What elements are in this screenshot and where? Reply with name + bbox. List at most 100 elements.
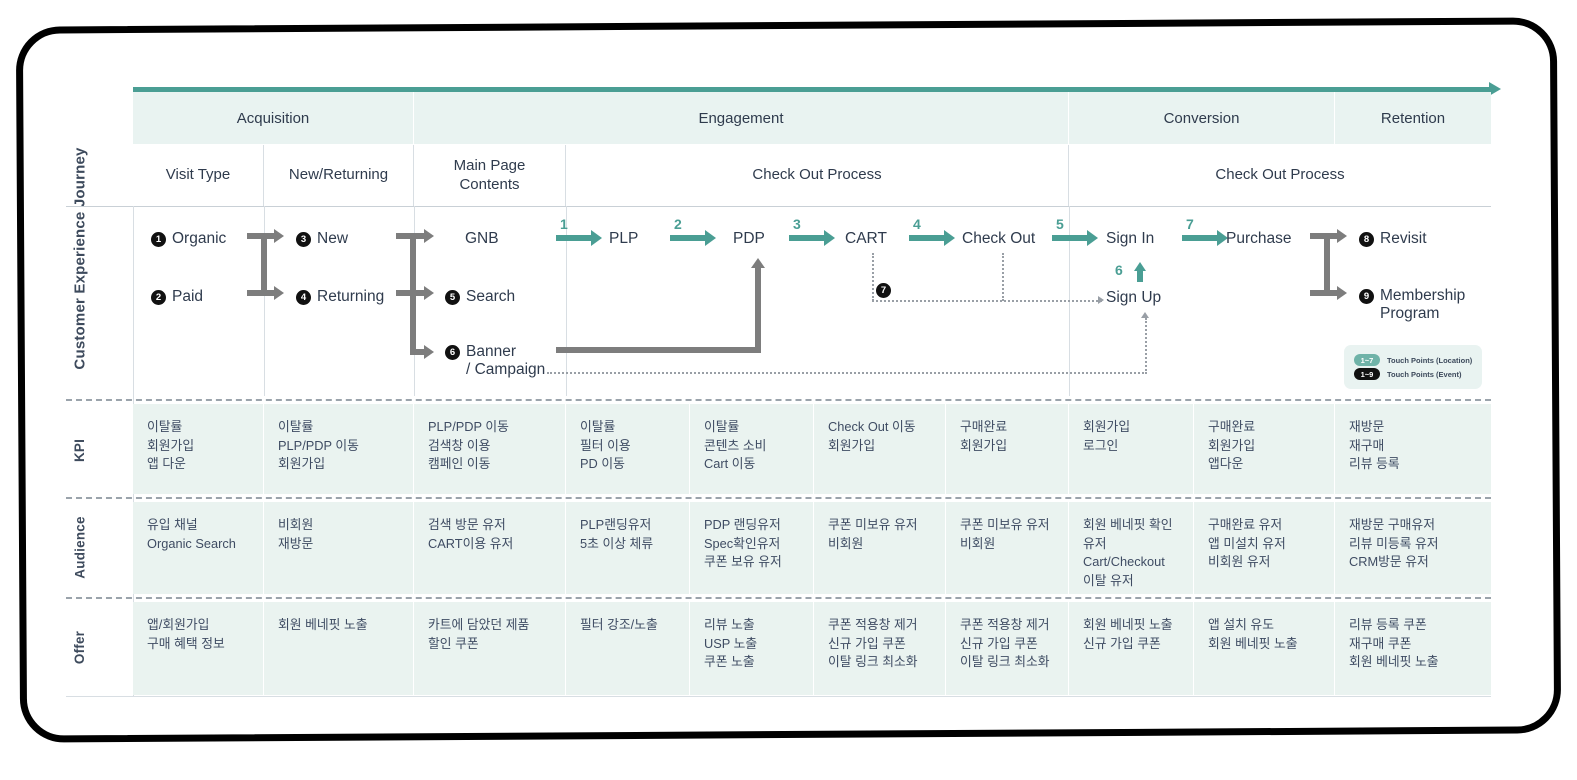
connector-bar-2b xyxy=(396,290,424,296)
stage-label-acquisition: Acquisition xyxy=(236,109,310,127)
legend-pill-event: 1~9 xyxy=(1354,368,1380,380)
connector-head-1b-icon xyxy=(274,286,284,300)
node-sign-up-label: Sign Up xyxy=(1106,289,1162,306)
table-cell-kpi-0: 이탈률 회원가입 앱 다운 xyxy=(133,404,264,494)
subheader-new-returning[interactable]: New/Returning xyxy=(264,145,414,206)
table-cell-offer-8: 앱 설치 유도 회원 베네핏 노출 xyxy=(1194,602,1335,695)
table-cell-audience-9: 재방문 구매유저 리뷰 미등록 유저 CRM방문 유저 xyxy=(1335,502,1491,594)
subheader-visit-type[interactable]: Visit Type xyxy=(133,145,264,206)
table-cell-kpi-9: 재방문 재구매 리뷰 등록 xyxy=(1335,404,1491,494)
node-banner-campaign-label: Banner / Campaign xyxy=(466,343,546,379)
table-cell-offer-9: 리뷰 등록 쿠폰 재구매 쿠폰 회원 베네핏 노출 xyxy=(1335,602,1491,695)
step-arrow-1-icon xyxy=(556,230,602,246)
row-label-audience-text: Audience xyxy=(72,516,88,579)
return-path-head-icon xyxy=(751,258,765,268)
divider-below-subheader xyxy=(66,206,1491,207)
table-cell-offer-0: 앱/회원가입 구매 혜택 정보 xyxy=(133,602,264,695)
dotted-cart-down xyxy=(872,253,874,301)
node-search[interactable]: 5 Search xyxy=(445,288,515,306)
node-sign-up[interactable]: Sign Up xyxy=(1106,289,1161,307)
table-cell-offer-6: 쿠폰 적용창 제거 신규 가입 쿠폰 이탈 링크 최소화 xyxy=(946,602,1069,695)
divider-offer-top xyxy=(66,597,1491,599)
divider-kpi-top xyxy=(66,399,1491,401)
step-arrow-6-shaft xyxy=(1137,270,1143,282)
subheader-new-returning-label: New/Returning xyxy=(288,166,389,184)
divider-audience-top xyxy=(66,497,1491,499)
screenshot-frame: Customer Experience Journey KPI Audience… xyxy=(0,0,1577,780)
row-label-journey-text: Customer Experience Journey xyxy=(71,146,89,370)
table-cell-kpi-1: 이탈률 PLP/PDP 이동 회원가입 xyxy=(264,404,414,494)
row-label-kpi-text: KPI xyxy=(72,438,88,462)
bullet-5-icon: 5 xyxy=(445,290,460,305)
connector-bar-2c xyxy=(410,349,424,355)
node-organic[interactable]: 1 Organic xyxy=(151,230,226,248)
dotted-cart-across xyxy=(872,300,1102,302)
table-cell-audience-6: 쿠폰 미보유 유저 비회원 xyxy=(946,502,1069,594)
table-cell-kpi-4: 이탈률 콘텐츠 소비 Cart 이동 xyxy=(690,404,814,494)
legend-pill-location: 1~7 xyxy=(1354,354,1380,366)
bullet-2-icon: 2 xyxy=(151,290,166,305)
node-search-label: Search xyxy=(466,288,516,305)
node-membership-program-label: Membership Program xyxy=(1380,287,1466,323)
stage-label-conversion: Conversion xyxy=(1163,109,1240,127)
dotted-cart-head-icon xyxy=(1098,296,1104,304)
node-banner-campaign[interactable]: 6 Banner / Campaign xyxy=(445,343,545,380)
bullet-6-icon: 6 xyxy=(445,345,460,360)
subheader-main-page-contents[interactable]: Main Page Contents xyxy=(414,145,566,206)
node-returning[interactable]: 4 Returning xyxy=(296,288,384,306)
node-membership-program[interactable]: 9 Membership Program xyxy=(1359,287,1465,324)
row-label-journey: Customer Experience Journey xyxy=(65,118,95,398)
stage-header-engagement[interactable]: Engagement xyxy=(414,92,1069,144)
bullet-4-icon: 4 xyxy=(296,290,311,305)
step-arrow-3-icon xyxy=(789,230,835,246)
node-organic-label: Organic xyxy=(172,230,227,247)
node-sign-in[interactable]: Sign In xyxy=(1106,230,1154,248)
table-cell-offer-1: 회원 베네핏 노출 xyxy=(264,602,414,695)
table-cell-audience-0: 유입 채널 Organic Search xyxy=(133,502,264,594)
node-paid[interactable]: 2 Paid xyxy=(151,288,203,306)
table-cell-kpi-8: 구매완료 회원가입 앱다운 xyxy=(1194,404,1335,494)
node-plp-label: PLP xyxy=(609,230,639,247)
subheader-checkout-process-engagement-label: Check Out Process xyxy=(752,166,882,184)
table-cell-kpi-2: PLP/PDP 이동 검색창 이용 캠페인 이동 xyxy=(414,404,566,494)
bullet-9-icon: 9 xyxy=(1359,289,1374,304)
node-pdp[interactable]: PDP xyxy=(733,230,765,248)
table-cell-audience-2: 검색 방문 유저 CART이용 유저 xyxy=(414,502,566,594)
stage-header-acquisition[interactable]: Acquisition xyxy=(133,92,414,144)
table-cell-audience-4: PDP 랜딩유저 Spec확인유저 쿠폰 보유 유저 xyxy=(690,502,814,594)
row-label-audience: Audience xyxy=(65,500,95,595)
legend-box: 1~7 Touch Points (Location) 1~9 Touch Po… xyxy=(1344,345,1483,389)
table-cell-audience-7: 회원 베네핏 확인 유저 Cart/Checkout 이탈 유저 xyxy=(1069,502,1194,594)
table-cell-audience-3: PLP랜딩유저 5초 이상 체류 xyxy=(566,502,690,594)
node-revisit[interactable]: 8 Revisit xyxy=(1359,230,1427,248)
node-cart[interactable]: CART xyxy=(845,230,887,248)
node-revisit-label: Revisit xyxy=(1380,230,1427,247)
table-cell-kpi-5: Check Out 이동 회원가입 xyxy=(814,404,946,494)
node-new[interactable]: 3 New xyxy=(296,230,348,248)
subheader-checkout-process-conversion[interactable]: Check Out Process xyxy=(1069,145,1491,206)
connector-head-3a-icon xyxy=(1337,229,1347,243)
row-label-offer-text: Offer xyxy=(72,630,88,665)
node-check-out-label: Check Out xyxy=(962,230,1036,247)
node-plp[interactable]: PLP xyxy=(609,230,638,248)
connector-head-2c-icon xyxy=(424,345,434,359)
node-paid-label: Paid xyxy=(172,288,204,305)
legend-row-location: 1~7 Touch Points (Location) xyxy=(1354,354,1472,366)
subheader-main-page-contents-label: Main Page Contents xyxy=(453,156,526,193)
row-label-kpi: KPI xyxy=(65,405,95,495)
subheader-checkout-process-engagement[interactable]: Check Out Process xyxy=(566,145,1069,206)
bullet-1-icon: 1 xyxy=(151,232,166,247)
step-arrow-4-icon xyxy=(909,230,955,246)
legend-row-event: 1~9 Touch Points (Event) xyxy=(1354,368,1472,380)
dotted-checkout-down xyxy=(1002,253,1004,301)
stage-header-conversion[interactable]: Conversion xyxy=(1069,92,1335,144)
stage-header-retention[interactable]: Retention xyxy=(1335,92,1491,144)
connector-bar-1v xyxy=(261,233,267,295)
node-purchase[interactable]: Purchase xyxy=(1226,230,1291,248)
node-purchase-label: Purchase xyxy=(1226,230,1292,247)
legend-text-event: Touch Points (Event) xyxy=(1387,369,1462,379)
return-path-horizontal xyxy=(556,347,761,353)
stage-label-engagement: Engagement xyxy=(698,109,784,127)
node-gnb[interactable]: GNB xyxy=(465,230,499,248)
node-check-out[interactable]: Check Out xyxy=(962,230,1035,248)
